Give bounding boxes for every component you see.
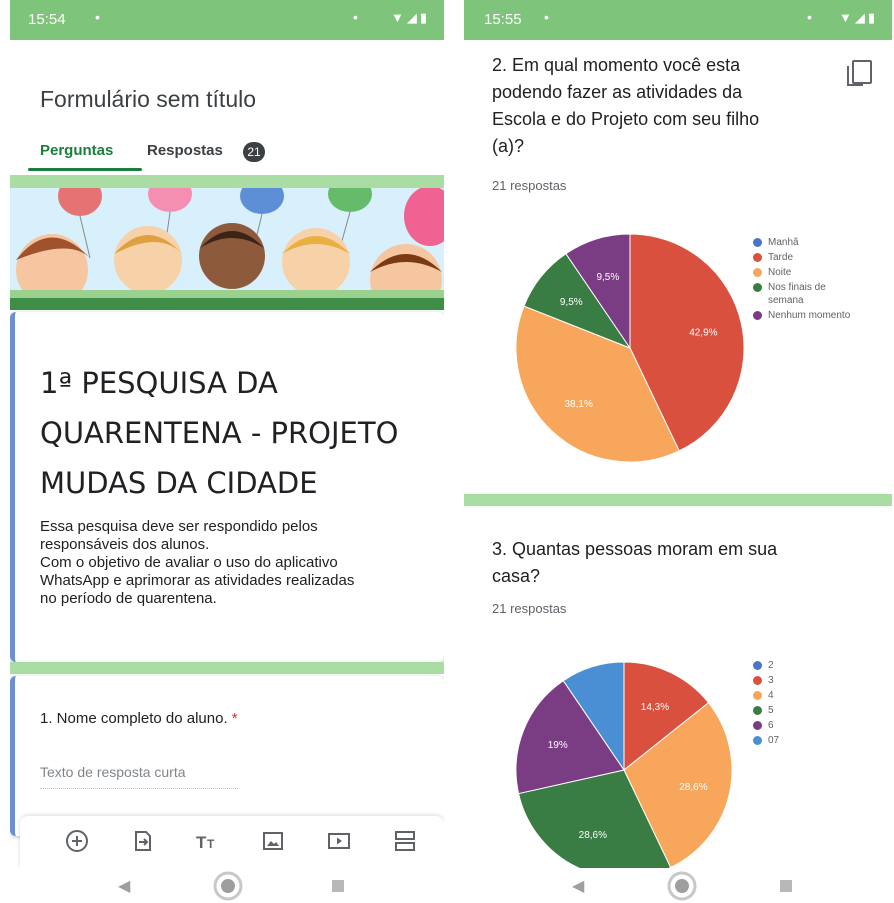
pie-chart-question-2: 42,9% 38,1% 9,5% 9,5% <box>515 233 745 463</box>
legend-swatch <box>753 253 762 262</box>
survey-title[interactable]: 1ª PESQUISA DA QUARENTENA - PROJETO MUDA… <box>40 358 430 508</box>
tab-perguntas[interactable]: Perguntas <box>40 142 113 159</box>
legend-question-2: Manhã Tarde Noite Nos finais de semana Nenhu… <box>753 236 853 324</box>
legend-item: 6 <box>753 719 853 732</box>
copy-chart-icon[interactable] <box>847 60 872 86</box>
add-question-icon[interactable] <box>64 828 90 854</box>
svg-text:T: T <box>207 837 215 851</box>
legend-swatch <box>753 283 762 292</box>
legend-item: Nos finais de semana <box>753 281 853 307</box>
form-title[interactable]: Formulário sem título <box>40 86 256 113</box>
legend-item: 3 <box>753 674 853 687</box>
required-asterisk: * <box>231 710 238 727</box>
children-balloons-illustration <box>10 188 444 298</box>
legend-swatch <box>753 691 762 700</box>
legend-swatch <box>753 676 762 685</box>
responses-count-badge: 21 <box>243 142 265 162</box>
pie-data-label: 28,6% <box>579 830 607 841</box>
notification-dot-icon: • <box>95 9 100 25</box>
status-time: 15:55 <box>484 11 522 28</box>
legend-label: Manhã <box>768 237 799 248</box>
question-2-title: 2. Em qual momento você esta podendo faz… <box>492 55 760 156</box>
import-questions-icon[interactable] <box>130 828 156 854</box>
home-icon[interactable] <box>666 870 698 902</box>
notification-dot-icon: • <box>353 9 358 25</box>
back-icon[interactable]: ◀ <box>118 876 130 896</box>
question-2-response-count: 21 respostas <box>492 178 567 193</box>
editor-toolbar: TT <box>20 816 444 868</box>
header-strip <box>10 175 444 189</box>
legend-item: Noite <box>753 266 853 279</box>
status-bar: 15:54 • • ▼◢▮ <box>10 0 444 40</box>
legend-label: Tarde <box>768 252 794 263</box>
status-icons: ▼◢▮ <box>838 10 878 25</box>
question-1-text: 1. Nome completo do aluno. <box>40 710 228 727</box>
pie-data-label: 28,6% <box>679 782 707 793</box>
form-editor-screen: 15:54 • • ▼◢▮ Formulário sem título Perg… <box>10 0 444 868</box>
video-icon[interactable] <box>326 828 352 854</box>
pie-data-label: 42,9% <box>689 327 717 338</box>
legend-swatch <box>753 311 762 320</box>
pie-data-label: 19% <box>548 740 568 751</box>
legend-swatch <box>753 736 762 745</box>
legend-item: 07 <box>753 734 853 747</box>
tab-respostas[interactable]: Respostas <box>147 142 223 159</box>
section-divider <box>10 298 444 310</box>
notification-dot-icon: • <box>807 9 812 25</box>
status-icons: ▼◢▮ <box>390 10 430 25</box>
image-icon[interactable] <box>260 828 286 854</box>
legend-item: 2 <box>753 659 853 672</box>
legend-label: Nos finais de semana <box>768 282 826 306</box>
legend-label: Nenhum momento <box>768 310 851 321</box>
section-divider <box>464 494 892 506</box>
question-card[interactable] <box>10 676 444 836</box>
header-banner-image <box>10 188 444 298</box>
android-nav-bar-right: ◀ <box>464 868 892 903</box>
title-text-icon[interactable]: TT <box>194 828 220 854</box>
status-bar: 15:55 • • ▼◢▮ <box>464 0 892 40</box>
pie-chart-question-3: 14,3% 28,6% 28,6% 19% <box>515 661 733 868</box>
legend-question-3: 2 3 4 5 6 07 <box>753 659 853 749</box>
legend-label: 4 <box>768 690 774 701</box>
android-nav-bar-left: ◀ <box>10 868 444 903</box>
legend-label: 5 <box>768 705 774 716</box>
home-icon[interactable] <box>212 870 244 902</box>
legend-swatch <box>753 661 762 670</box>
legend-swatch <box>753 238 762 247</box>
legend-item: 5 <box>753 704 853 717</box>
survey-description[interactable]: Essa pesquisa deve ser respondido pelos … <box>40 518 430 608</box>
legend-label: 2 <box>768 660 774 671</box>
legend-label: Noite <box>768 267 792 278</box>
pie-data-label: 14,3% <box>641 702 669 713</box>
pie-data-label: 9,5% <box>596 272 619 283</box>
short-answer-placeholder: Texto de resposta curta <box>40 764 238 789</box>
legend-item: Manhã <box>753 236 853 249</box>
question-3-title: 3. Quantas pessoas moram em sua casa? <box>492 539 778 586</box>
section-divider <box>10 662 444 674</box>
notification-dot-icon: • <box>544 9 549 25</box>
legend-swatch <box>753 721 762 730</box>
legend-item: 4 <box>753 689 853 702</box>
legend-swatch <box>753 706 762 715</box>
legend-label: 3 <box>768 675 774 686</box>
legend-swatch <box>753 268 762 277</box>
pie-data-label: 9,5% <box>560 297 583 308</box>
legend-item: Tarde <box>753 251 853 264</box>
legend-item: Nenhum momento <box>753 309 853 322</box>
active-tab-indicator <box>28 168 142 171</box>
recents-icon[interactable] <box>780 880 792 892</box>
section-icon[interactable] <box>392 828 418 854</box>
responses-summary-screen: 15:55 • • ▼◢▮ 2. Em qual momento você es… <box>464 0 892 868</box>
question-3-response-count: 21 respostas <box>492 601 567 616</box>
svg-text:T: T <box>196 833 207 852</box>
pie-data-label: 38,1% <box>564 399 592 410</box>
question-1-label[interactable]: 1. Nome completo do aluno. * <box>40 710 238 727</box>
back-icon[interactable]: ◀ <box>572 876 584 896</box>
recents-icon[interactable] <box>332 880 344 892</box>
legend-label: 07 <box>768 735 780 746</box>
status-time: 15:54 <box>28 11 66 28</box>
legend-label: 6 <box>768 720 774 731</box>
